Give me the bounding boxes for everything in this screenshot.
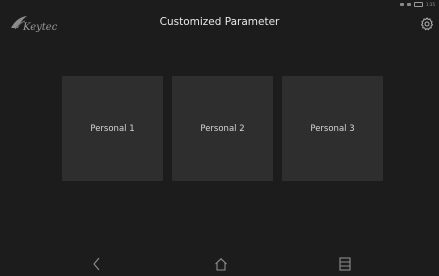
- parameter-grid: Personal 1 Personal 2 Personal 3: [0, 44, 439, 250]
- header: Keytec Customized Parameter: [0, 0, 439, 44]
- chevron-left-icon: [93, 257, 100, 271]
- page-title: Customized Parameter: [159, 16, 280, 28]
- personal-2-tile[interactable]: Personal 2: [172, 76, 273, 181]
- back-button[interactable]: [89, 256, 105, 272]
- recent-apps-icon: [339, 257, 351, 271]
- tile-label: Personal 1: [90, 123, 135, 134]
- tile-label: Personal 2: [200, 123, 245, 134]
- home-icon: [215, 258, 227, 271]
- personal-3-tile[interactable]: Personal 3: [282, 76, 383, 181]
- navigation-bar: [0, 252, 439, 276]
- home-button[interactable]: [213, 256, 229, 272]
- personal-1-tile[interactable]: Personal 1: [62, 76, 163, 181]
- app-screen: 1:35 Keytec Customized Parameter Persona…: [0, 0, 439, 276]
- recent-apps-button[interactable]: [337, 256, 353, 272]
- settings-button[interactable]: [420, 16, 434, 31]
- tile-label: Personal 3: [310, 123, 355, 134]
- gear-icon: [420, 17, 434, 31]
